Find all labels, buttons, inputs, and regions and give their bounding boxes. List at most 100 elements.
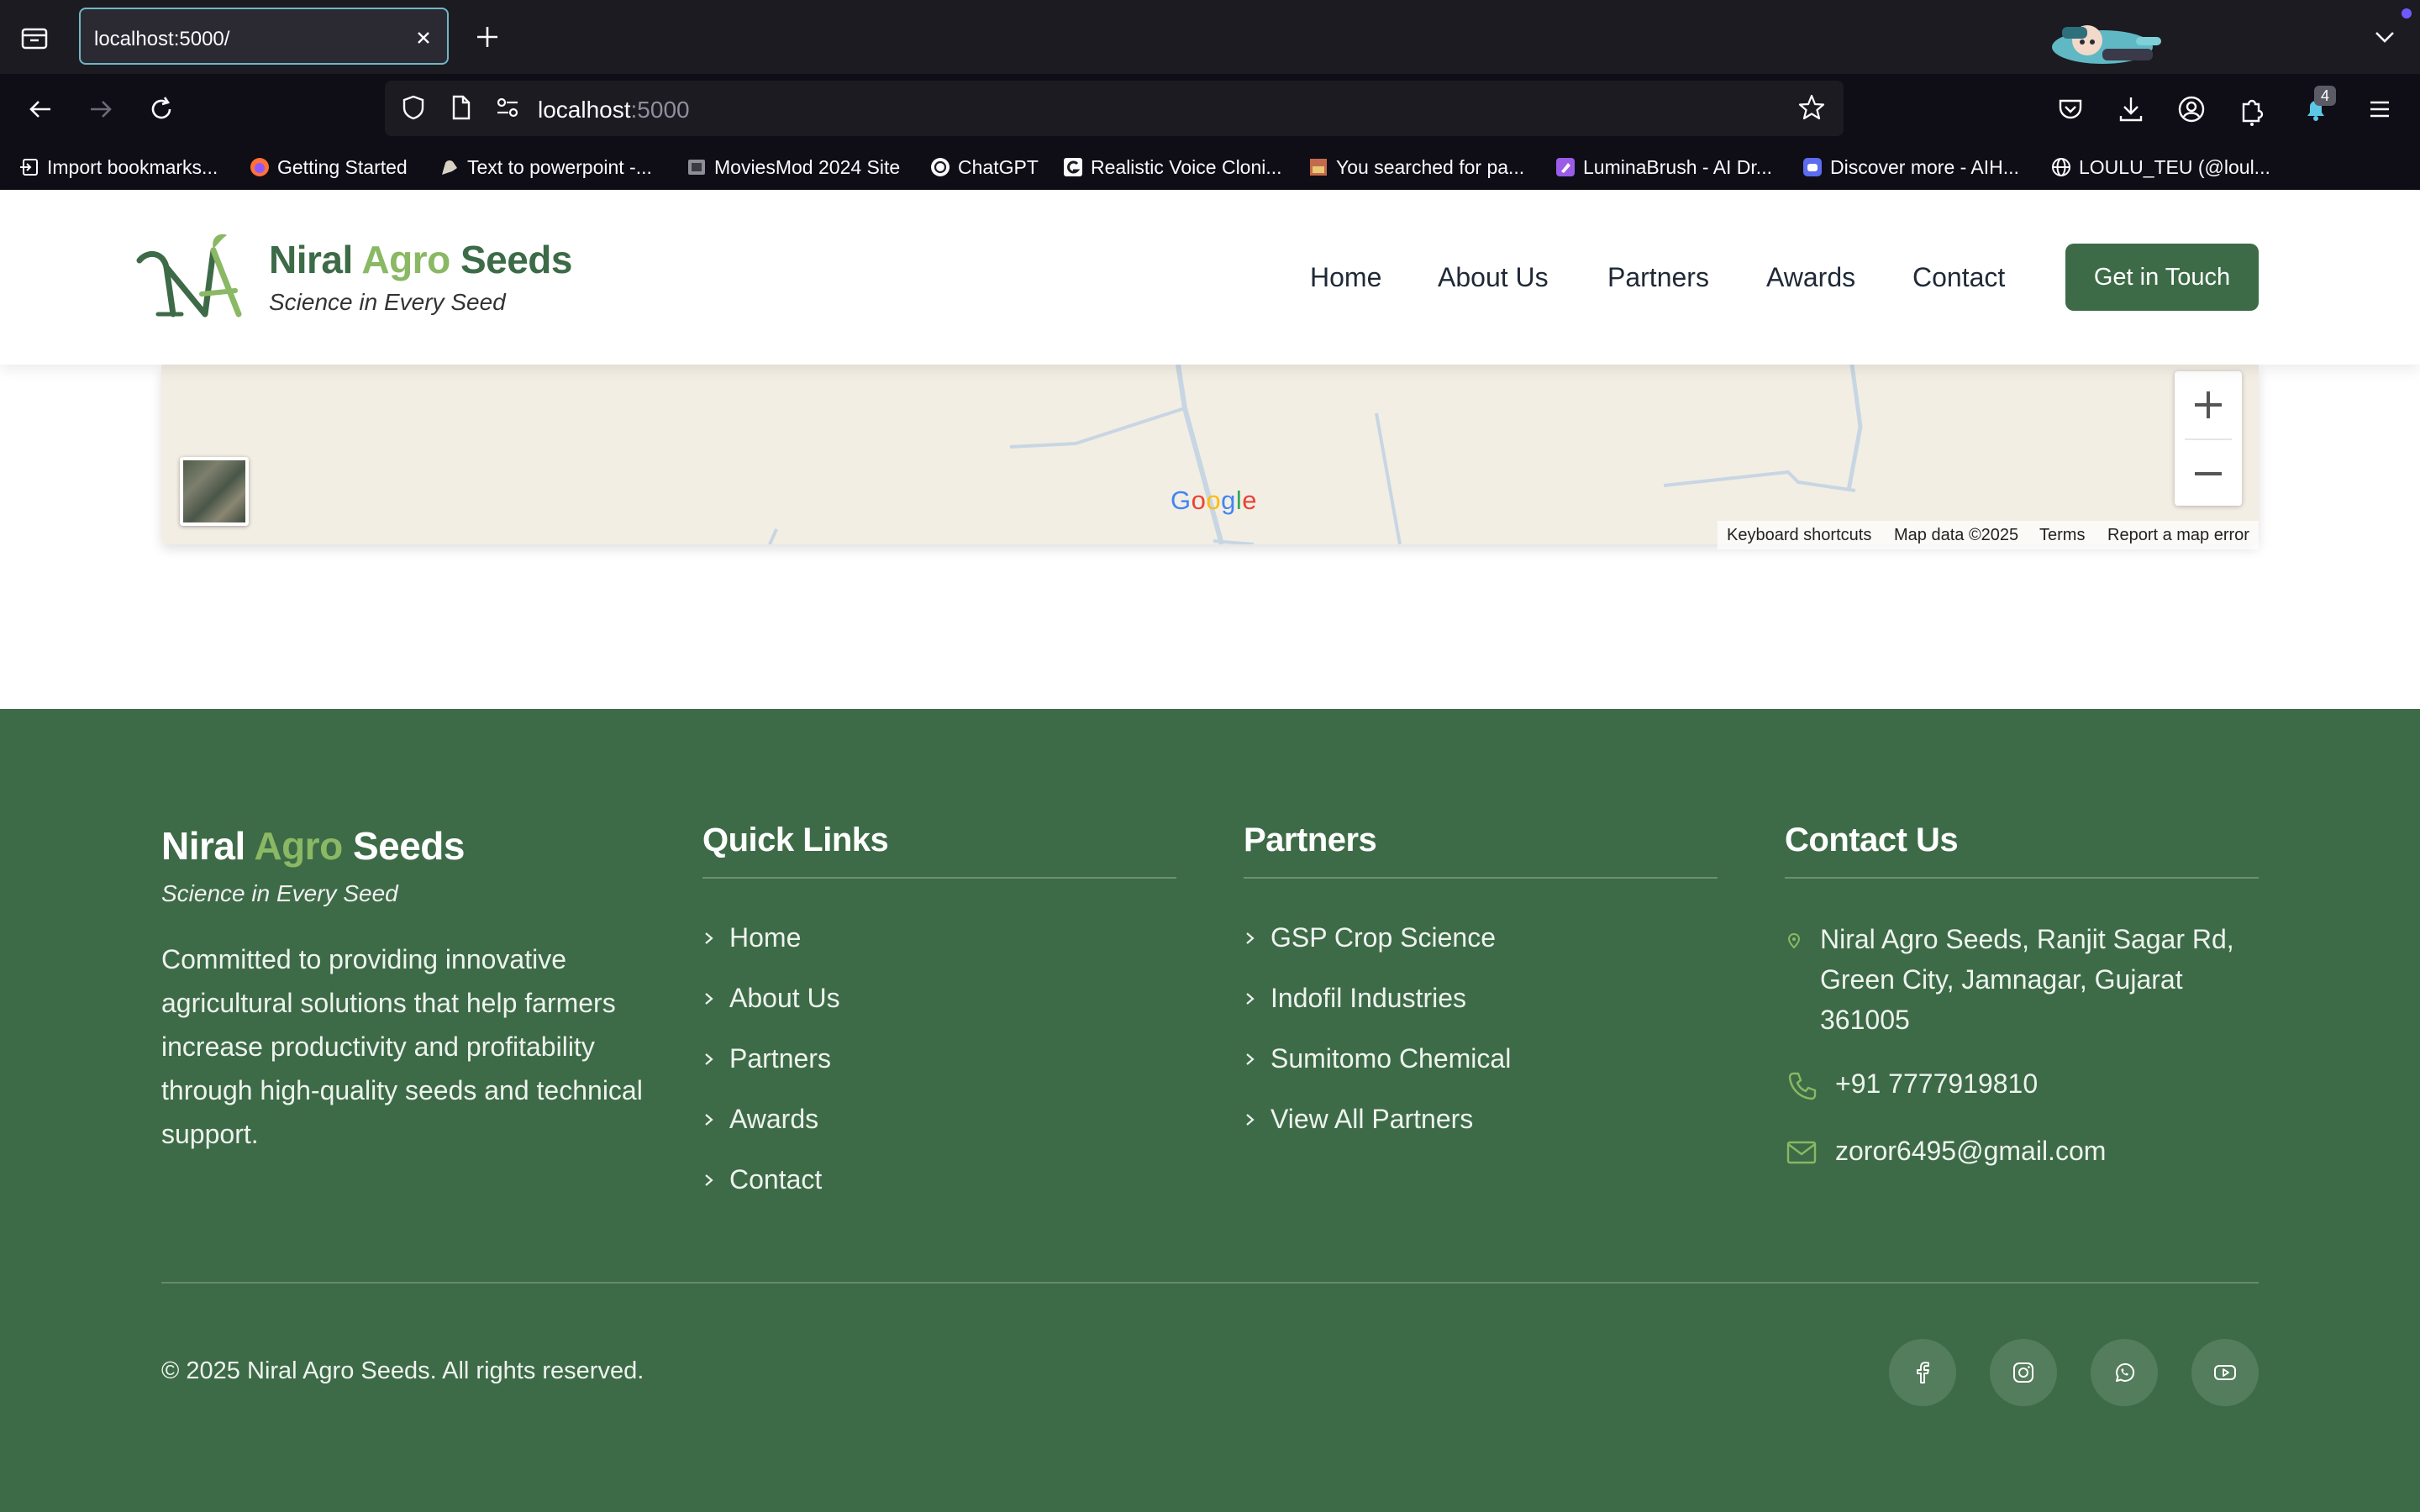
partner-link-sumitomo[interactable]: Sumitomo Chemical	[1244, 1043, 1511, 1074]
forward-arrow-icon[interactable]	[84, 92, 118, 126]
instagram-icon[interactable]	[1990, 1339, 2057, 1406]
chevron-right-icon	[1246, 992, 1255, 1005]
nav-about-us[interactable]: About Us	[1438, 262, 1549, 293]
footer-brand-name: Niral Agro Seeds	[161, 824, 465, 868]
footer-link-awards[interactable]: Awards	[702, 1104, 818, 1135]
import-icon	[20, 159, 38, 176]
chevron-down-icon[interactable]	[2371, 24, 2398, 50]
bookmark-item[interactable]: Text to powerpoint -...	[439, 155, 652, 180]
downloads-icon[interactable]	[2114, 92, 2148, 126]
map-roads	[768, 365, 1863, 544]
chevron-right-icon	[705, 1113, 713, 1126]
brand-tagline: Science in Every Seed	[269, 289, 506, 315]
browser-tab-bar: localhost:5000/	[0, 0, 2420, 74]
bookmark-item[interactable]: Realistic Voice Cloni...	[1062, 155, 1282, 180]
g-icon	[1064, 158, 1082, 176]
footer-link-contact[interactable]: Contact	[702, 1164, 822, 1195]
page-icon[interactable]	[445, 92, 476, 123]
satellite-view-toggle[interactable]	[180, 457, 249, 526]
zoom-out-icon[interactable]	[2175, 440, 2242, 507]
account-icon[interactable]	[2175, 92, 2208, 126]
reload-icon[interactable]	[145, 92, 178, 126]
bookmark-star-icon[interactable]	[1797, 92, 1827, 123]
email-text: zoror6495@gmail.com	[1835, 1136, 2107, 1166]
chevron-right-icon	[705, 1173, 713, 1186]
address-text: Niral Agro Seeds, Ranjit Sagar Rd, Green…	[1820, 924, 2234, 1035]
globe-icon	[2052, 158, 2070, 176]
partner-link-indofil[interactable]: Indofil Industries	[1244, 983, 1466, 1014]
mascot-illustration-icon	[2044, 12, 2178, 71]
map-data-label: Map data ©2025	[1894, 526, 2019, 544]
pocket-icon[interactable]	[2054, 92, 2087, 126]
quick-links-heading: Quick Links	[702, 822, 889, 858]
nav-partners[interactable]: Partners	[1607, 262, 1709, 293]
google-map[interactable]	[161, 365, 2259, 544]
close-tab-icon[interactable]	[412, 26, 435, 50]
firefox-icon	[250, 158, 269, 176]
bookmark-item[interactable]: ChatGPT	[929, 155, 1039, 180]
back-arrow-icon[interactable]	[24, 92, 57, 126]
footer-tagline: Science in Every Seed	[161, 880, 398, 906]
site-footer: Niral Agro Seeds Science in Every Seed C…	[0, 709, 2420, 1512]
bookmark-item[interactable]: You searched for pa...	[1307, 155, 1524, 180]
hamburger-menu-icon[interactable]	[2363, 92, 2396, 126]
nav-awards[interactable]: Awards	[1766, 262, 1855, 293]
url-text: localhost:5000	[538, 97, 690, 123]
chevron-right-icon	[705, 932, 713, 944]
new-tab-icon[interactable]	[472, 22, 502, 52]
zoom-in-icon[interactable]	[2175, 371, 2242, 438]
google-logo: Google	[1171, 486, 1258, 515]
brand-name[interactable]: Niral Agro Seeds	[269, 237, 572, 282]
chatgpt-icon	[931, 158, 950, 176]
contact-divider	[1785, 877, 2259, 879]
bookmark-item[interactable]: Import bookmarks...	[18, 155, 218, 180]
keyboard-shortcuts-link[interactable]: Keyboard shortcuts	[1727, 522, 1871, 548]
facebook-icon[interactable]	[1889, 1339, 1956, 1406]
whatsapp-icon[interactable]	[2091, 1339, 2158, 1406]
chevron-right-icon	[1246, 1053, 1255, 1065]
chevron-right-icon	[1246, 932, 1255, 944]
bookmark-item[interactable]: MoviesMod 2024 Site	[686, 155, 900, 180]
youtube-icon[interactable]	[2191, 1339, 2259, 1406]
copyright-text: © 2025 Niral Agro Seeds. All rights rese…	[161, 1357, 644, 1384]
movie-icon	[688, 160, 705, 175]
phone-icon	[1788, 1072, 1817, 1100]
bookmarks-toolbar: Import bookmarks... Getting Started Text…	[0, 144, 2420, 190]
footer-link-partners[interactable]: Partners	[702, 1043, 831, 1074]
url-bar[interactable]: localhost:5000	[385, 81, 1844, 136]
nav-home[interactable]: Home	[1310, 262, 1381, 293]
partners-divider	[1244, 877, 1718, 879]
partner-link-gsp[interactable]: GSP Crop Science	[1244, 922, 1496, 953]
tab-title: localhost:5000/	[94, 28, 230, 50]
chevron-right-icon	[705, 1053, 713, 1065]
extensions-icon[interactable]	[2235, 92, 2269, 126]
footer-link-about-us[interactable]: About Us	[702, 983, 840, 1014]
shield-icon[interactable]	[398, 92, 429, 123]
bookmark-item[interactable]: LOULU_TEU (@loul...	[2050, 155, 2270, 180]
contact-heading: Contact Us	[1785, 822, 1959, 858]
tab-list-icon[interactable]	[18, 22, 50, 54]
footer-divider	[161, 1282, 2259, 1284]
bookmark-item[interactable]: Discover more - AIH...	[1802, 155, 2019, 180]
bookmark-item[interactable]: Getting Started	[249, 155, 408, 180]
mail-icon	[1786, 1141, 1817, 1164]
notification-dot	[2402, 8, 2412, 18]
footer-link-home[interactable]: Home	[702, 922, 801, 953]
quick-links-divider	[702, 877, 1176, 879]
logo-icon[interactable]	[133, 230, 247, 324]
partner-link-view-all[interactable]: View All Partners	[1244, 1104, 1473, 1135]
site-permissions-icon[interactable]	[492, 92, 523, 123]
bookmark-item[interactable]: LuminaBrush - AI Dr...	[1555, 155, 1772, 180]
report-map-error-link[interactable]: Report a map error	[2107, 522, 2249, 548]
partners-heading: Partners	[1244, 822, 1377, 858]
browser-tab[interactable]: localhost:5000/	[79, 8, 449, 65]
map-pin-icon	[1787, 932, 1801, 949]
contact-phone[interactable]: +91 7777919810	[1785, 1068, 2038, 1102]
nav-contact[interactable]: Contact	[1912, 262, 2005, 293]
brush-icon	[1556, 158, 1575, 176]
get-in-touch-button[interactable]: Get in Touch	[2065, 244, 2259, 311]
terms-link[interactable]: Terms	[2039, 522, 2085, 548]
contact-email[interactable]: zoror6495@gmail.com	[1785, 1136, 2106, 1169]
bot-icon	[1803, 158, 1822, 176]
chevron-right-icon	[705, 992, 713, 1005]
